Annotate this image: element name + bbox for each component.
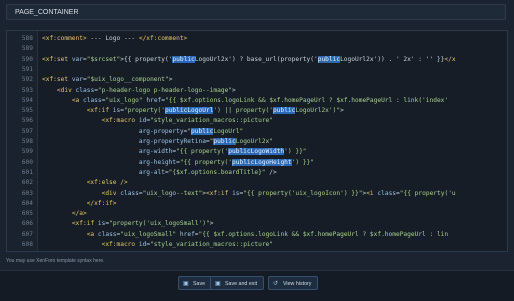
line-number: 597 — [21, 127, 33, 135]
code-line[interactable]: 604 </xf:if> — [7, 199, 507, 209]
code-line[interactable]: 595 <xf:if is="property('publicLogoUrl')… — [7, 106, 507, 116]
line-number: 598 — [21, 138, 33, 145]
code-line[interactable]: 596 <xf:macro id="style_variation_macros… — [7, 116, 507, 126]
line-number: 595 — [21, 107, 33, 115]
line-number: 606 — [21, 220, 33, 228]
code-text: <a class="uix_logoSmall" href="{{ $xf.op… — [86, 230, 449, 238]
template-editor-page: PAGE_CONTAINER 588 <xf:comment> --- Logo … — [0, 0, 514, 301]
save-icon: ▣ — [183, 281, 189, 287]
code-text: </xf:if> — [86, 199, 117, 207]
code-line[interactable]: 607 <a class="uix_logoSmall" href="{{ $x… — [7, 230, 507, 240]
code-line[interactable]: 609 arg-property="uix_logoSmall" — [7, 250, 507, 251]
line-number: 604 — [21, 199, 33, 207]
line-number: 591 — [21, 65, 33, 73]
template-title-input[interactable]: PAGE_CONTAINER — [6, 4, 506, 20]
code-text: arg-property="uix_logoSmall" — [42, 250, 243, 251]
view-history-button[interactable]: ↺ View history — [268, 276, 319, 290]
code-line[interactable]: 602 <xf:else /> — [7, 178, 507, 188]
code-line[interactable]: 594 <a class="uix_logo" href="{{ $xf.opt… — [7, 96, 507, 106]
code-text: <div class="p-header-logo p-header-logo-… — [56, 86, 236, 94]
code-text: <xf:if is="property('uix_logoSmall')"> — [71, 220, 214, 228]
line-number: 592 — [21, 76, 33, 84]
code-text: <a class="uix_logo" href="{{ $xf.options… — [71, 96, 449, 104]
code-line[interactable]: 593 <div class="p-header-logo p-header-l… — [7, 86, 507, 96]
line-number: 609 — [7, 250, 33, 251]
code-text: <xf:if is="property('publicLogoUrl') || … — [86, 107, 344, 115]
code-text: </a> — [71, 210, 87, 218]
code-line[interactable]: 591 — [7, 65, 507, 75]
helper-note: You may use XenForo template syntax here… — [6, 258, 105, 264]
line-number: 599 — [21, 148, 33, 156]
code-line[interactable]: 592 <xf:set var="$uix_logo__component"> — [7, 75, 507, 85]
code-line[interactable]: 599 arg-width="{{ property('publicLogoWi… — [7, 147, 507, 157]
line-number: 588 — [21, 35, 33, 42]
line-number: 590 — [21, 55, 33, 63]
code-line[interactable]: 598 arg-propertyRetina="publicLogoUrl2x" — [7, 137, 507, 147]
code-editor[interactable]: 588 <xf:comment> --- Logo --- </xf:commen… — [6, 30, 508, 252]
code-line[interactable]: 597 arg-property="publicLogoUrl" — [7, 127, 507, 137]
code-line[interactable]: 589 — [7, 44, 507, 54]
save-button-label: Save — [193, 281, 206, 287]
line-number: 605 — [21, 210, 33, 218]
save-and-exit-button[interactable]: ▣ Save and exit — [210, 276, 265, 290]
code-text: <xf:set var="$srcset">{{ property('publi… — [42, 55, 456, 63]
code-text: arg-property="publicLogoUrl" — [138, 127, 244, 135]
line-number: 608 — [21, 241, 33, 248]
code-line[interactable]: 600 arg-height="{{ property('publicLogoH… — [7, 158, 507, 168]
code-line[interactable]: 605 </a> — [7, 209, 507, 219]
code-line[interactable]: 606 <xf:if is="property('uix_logoSmall')… — [7, 219, 507, 229]
view-history-button-label: View history — [283, 281, 312, 287]
code-text: arg-propertyRetina="publicLogoUrl2x" — [138, 138, 274, 145]
line-number: 603 — [21, 189, 33, 197]
code-text: arg-alt="{$xf.options.boardTitle}" /> — [138, 168, 277, 176]
save-and-exit-button-label: Save and exit — [225, 281, 258, 287]
line-number: 594 — [21, 96, 33, 104]
line-number: 607 — [21, 230, 33, 238]
save-exit-icon: ▣ — [215, 281, 221, 287]
code-text: <xf:else /> — [86, 179, 128, 187]
line-number: 600 — [21, 158, 33, 166]
code-text: <div class="uix_logo--text"><xf:if is="{… — [101, 189, 456, 197]
code-line[interactable]: 601 arg-alt="{$xf.options.boardTitle}" /… — [7, 168, 507, 178]
line-number: 593 — [21, 86, 33, 94]
code-text: <xf:comment> --- Logo --- </xf:comment> — [42, 35, 188, 42]
history-icon: ↺ — [273, 281, 279, 287]
code-text: <xf:set var="$uix_logo__component"> — [42, 76, 173, 84]
line-number: 602 — [21, 179, 33, 187]
code-line[interactable]: 590 <xf:set var="$srcset">{{ property('pu… — [7, 55, 507, 65]
code-text: <xf:macro id="style_variation_macros::pi… — [101, 241, 273, 248]
code-line[interactable]: 608 <xf:macro id="style_variation_macros… — [7, 240, 507, 250]
save-button[interactable]: ▣ Save — [178, 276, 213, 290]
line-number: 601 — [21, 168, 33, 176]
code-text: arg-width="{{ property('publicLogoWidth'… — [138, 148, 307, 156]
line-number: 589 — [21, 45, 33, 53]
line-number: 596 — [21, 117, 33, 125]
code-line[interactable]: 603 <div class="uix_logo--text"><xf:if i… — [7, 189, 507, 199]
code-line[interactable]: 588 <xf:comment> --- Logo --- </xf:commen… — [7, 34, 507, 44]
code-text: <xf:macro id="style_variation_macros::pi… — [101, 117, 273, 125]
code-text: arg-height="{{ property('publicLogoHeigh… — [138, 158, 314, 166]
